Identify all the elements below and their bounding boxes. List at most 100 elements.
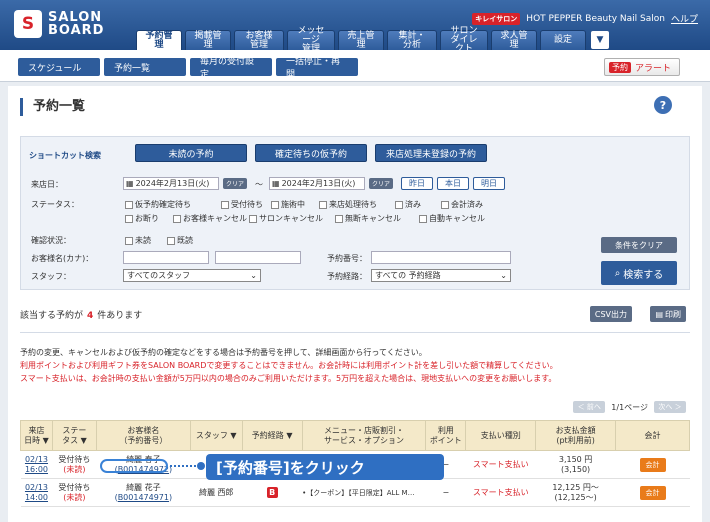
tab-settings[interactable]: 設定 (540, 30, 586, 50)
status-checkbox[interactable]: 受付待ち (221, 199, 263, 210)
notice-line-warning: 利用ポイントおよび利用ギフト券をSALON BOARDで変更することはできません… (20, 361, 558, 370)
callout-dot (197, 462, 205, 470)
reservation-no-input[interactable] (371, 251, 511, 264)
customer-last-name-input[interactable] (123, 251, 209, 264)
chevron-down-icon: ⌄ (500, 271, 507, 280)
yesterday-button[interactable]: 昨日 (401, 177, 433, 190)
status-text: 受付待ち (58, 454, 91, 464)
status-checkbox[interactable]: お客様キャンセル (173, 213, 247, 224)
search-button[interactable]: ⌕ 検索する (601, 261, 677, 285)
tomorrow-button[interactable]: 明日 (473, 177, 505, 190)
notice-line: 予約の変更、キャンセルおよび仮予約の確定などをする場合は予約番号を押して、詳細画… (20, 348, 427, 357)
reservation-number-link[interactable]: (B001474971) (96, 493, 190, 503)
reservation-no-label: 予約番号： (327, 254, 367, 263)
prev-page-button[interactable]: ＜ 前へ (573, 401, 606, 413)
clear-conditions-button[interactable]: 条件をクリア (601, 237, 677, 253)
staff-select[interactable]: すべてのスタッフ ⌄ (123, 269, 261, 282)
col-amount: お支払金額 (pt利用前) (535, 420, 617, 451)
sub-nav: スケジュール 予約一覧 毎月の受付設定 一括停止・再開 予約 アラート (0, 50, 710, 82)
tab-message[interactable]: メッセージ 管理 (287, 27, 335, 54)
amount-before-points: (3,150) (561, 464, 591, 474)
status-checkbox[interactable]: 自動キャンセル (419, 213, 485, 224)
date-to-field[interactable]: ▦ 2024年2月13日(火) (269, 177, 365, 190)
global-nav: 予約管理 掲載管理 お客様管理 メッセージ 管理 売上管理 集計・分析 サロン … (136, 27, 609, 54)
bill-button[interactable]: 会計 (639, 457, 666, 472)
status-checkbox[interactable]: 来店処理待ち (319, 199, 377, 210)
tab-customer[interactable]: お客様管理 (234, 30, 284, 50)
staff-label: スタッフ： (31, 272, 71, 281)
help-icon[interactable]: ? (654, 96, 672, 114)
notice-line-warning: スマート支払いは、お会計時の支払い金額が5万円以内の場合のみご利用いただけます。… (20, 374, 557, 383)
global-header: S SALON BOARD キレイサロン HOT PEPPER Beauty N… (0, 0, 710, 54)
col-date[interactable]: 来店 日時 ▼ (20, 420, 53, 451)
visit-date-link[interactable]: 02/13 (21, 483, 53, 493)
status-checkbox[interactable]: お断り (125, 213, 159, 224)
visit-time-link[interactable]: 16:00 (21, 465, 53, 475)
print-button[interactable]: ▤ 印刷 (650, 306, 686, 322)
status-checkbox[interactable]: サロンキャンセル (249, 213, 323, 224)
status-checkbox[interactable]: 済み (395, 199, 421, 210)
result-count: 該当する予約が 4 件あります (20, 311, 143, 321)
alert-label: アラート (634, 63, 671, 74)
col-menu: メニュー・店販割引・ サービス・オプション (301, 420, 427, 451)
tab-analytics[interactable]: 集計・分析 (387, 30, 437, 50)
shortcut-label: ショートカット検索 (29, 151, 101, 160)
shortcut-unregistered-button[interactable]: 来店処理未登録の予約 (375, 144, 487, 162)
status-checkbox[interactable]: 施術中 (271, 199, 305, 210)
tab-listing[interactable]: 掲載管理 (185, 30, 231, 50)
shortcut-unread-button[interactable]: 未読の予約 (135, 144, 247, 162)
page-title: 予約一覧 (20, 98, 85, 116)
subnav-monthly-settings[interactable]: 毎月の受付設定 (190, 57, 272, 80)
next-page-button[interactable]: 次へ ＞ (654, 401, 686, 413)
tab-recruit[interactable]: 求人管理 (491, 30, 537, 50)
date-from-value: 2024年2月13日(火) (135, 179, 210, 188)
col-status[interactable]: ステー タス ▼ (51, 420, 97, 451)
tab-salon-direct[interactable]: サロン ダイレクト (440, 27, 488, 54)
help-link[interactable]: ヘルプ (671, 12, 698, 25)
visit-date-link[interactable]: 02/13 (21, 455, 53, 465)
status-text: 受付待ち (58, 482, 91, 492)
date-from-clear[interactable]: クリア (223, 178, 248, 189)
csv-export-button[interactable]: CSV出力 (589, 306, 632, 322)
beauty-route-icon: B (266, 487, 278, 498)
date-tilde: 〜 (255, 180, 263, 189)
amount: 12,125 円〜 (552, 482, 599, 492)
col-staff[interactable]: スタッフ ▼ (189, 420, 243, 451)
date-label: 来店日： (31, 180, 63, 189)
confirm-checkbox[interactable]: 未読 (125, 235, 151, 246)
customer-first-name-input[interactable] (215, 251, 301, 264)
reservation-number-highlight (100, 459, 168, 473)
brand-badge: キレイサロン (472, 12, 521, 25)
status-checkbox[interactable]: 会計済み (441, 199, 483, 210)
confirm-label: 確認状況： (31, 236, 71, 245)
tab-reservation[interactable]: 予約管理 (136, 30, 182, 50)
status-checkbox[interactable]: 無断キャンセル (335, 213, 401, 224)
print-icon: ▤ (655, 309, 663, 319)
confirm-checkbox[interactable]: 既読 (167, 235, 193, 246)
col-route[interactable]: 予約経路 ▼ (241, 420, 303, 451)
notice: 予約の変更、キャンセルおよび仮予約の確定などをする場合は予約番号を押して、詳細画… (20, 346, 558, 385)
payment-type: スマート支払い (465, 478, 536, 507)
visit-time-link[interactable]: 14:00 (21, 493, 53, 503)
pagination: ＜ 前へ 1/1ページ 次へ ＞ (573, 401, 686, 413)
logo-text-line2: BOARD (48, 23, 105, 38)
col-points: 利用 ポイント (425, 420, 467, 451)
chevron-down-icon: ⌄ (250, 271, 257, 280)
col-customer: お客様名 （予約番号） (95, 420, 191, 451)
reservation-alert-button[interactable]: 予約 アラート (603, 58, 680, 76)
subnav-schedule[interactable]: スケジュール (18, 58, 100, 76)
calendar-icon: ▦ (272, 179, 280, 188)
shortcut-pending-button[interactable]: 確定待ちの仮予約 (255, 144, 367, 162)
calendar-icon: ▦ (126, 179, 134, 188)
route-select[interactable]: すべての 予約経路 ⌄ (371, 269, 511, 282)
date-from-field[interactable]: ▦ 2024年2月13日(火) (123, 177, 219, 190)
salon-board-logo[interactable]: S SALON BOARD (14, 10, 104, 38)
chevron-down-icon[interactable]: ▼ (591, 31, 609, 49)
date-to-clear[interactable]: クリア (369, 178, 394, 189)
subnav-reservation-list[interactable]: 予約一覧 (104, 58, 186, 76)
tab-sales[interactable]: 売上管理 (338, 30, 384, 50)
subnav-bulk-stop[interactable]: 一括停止・再開 (276, 57, 358, 80)
status-checkbox[interactable]: 仮予約確定待ち (125, 199, 191, 210)
bill-button[interactable]: 会計 (639, 485, 666, 500)
today-button[interactable]: 本日 (437, 177, 469, 190)
